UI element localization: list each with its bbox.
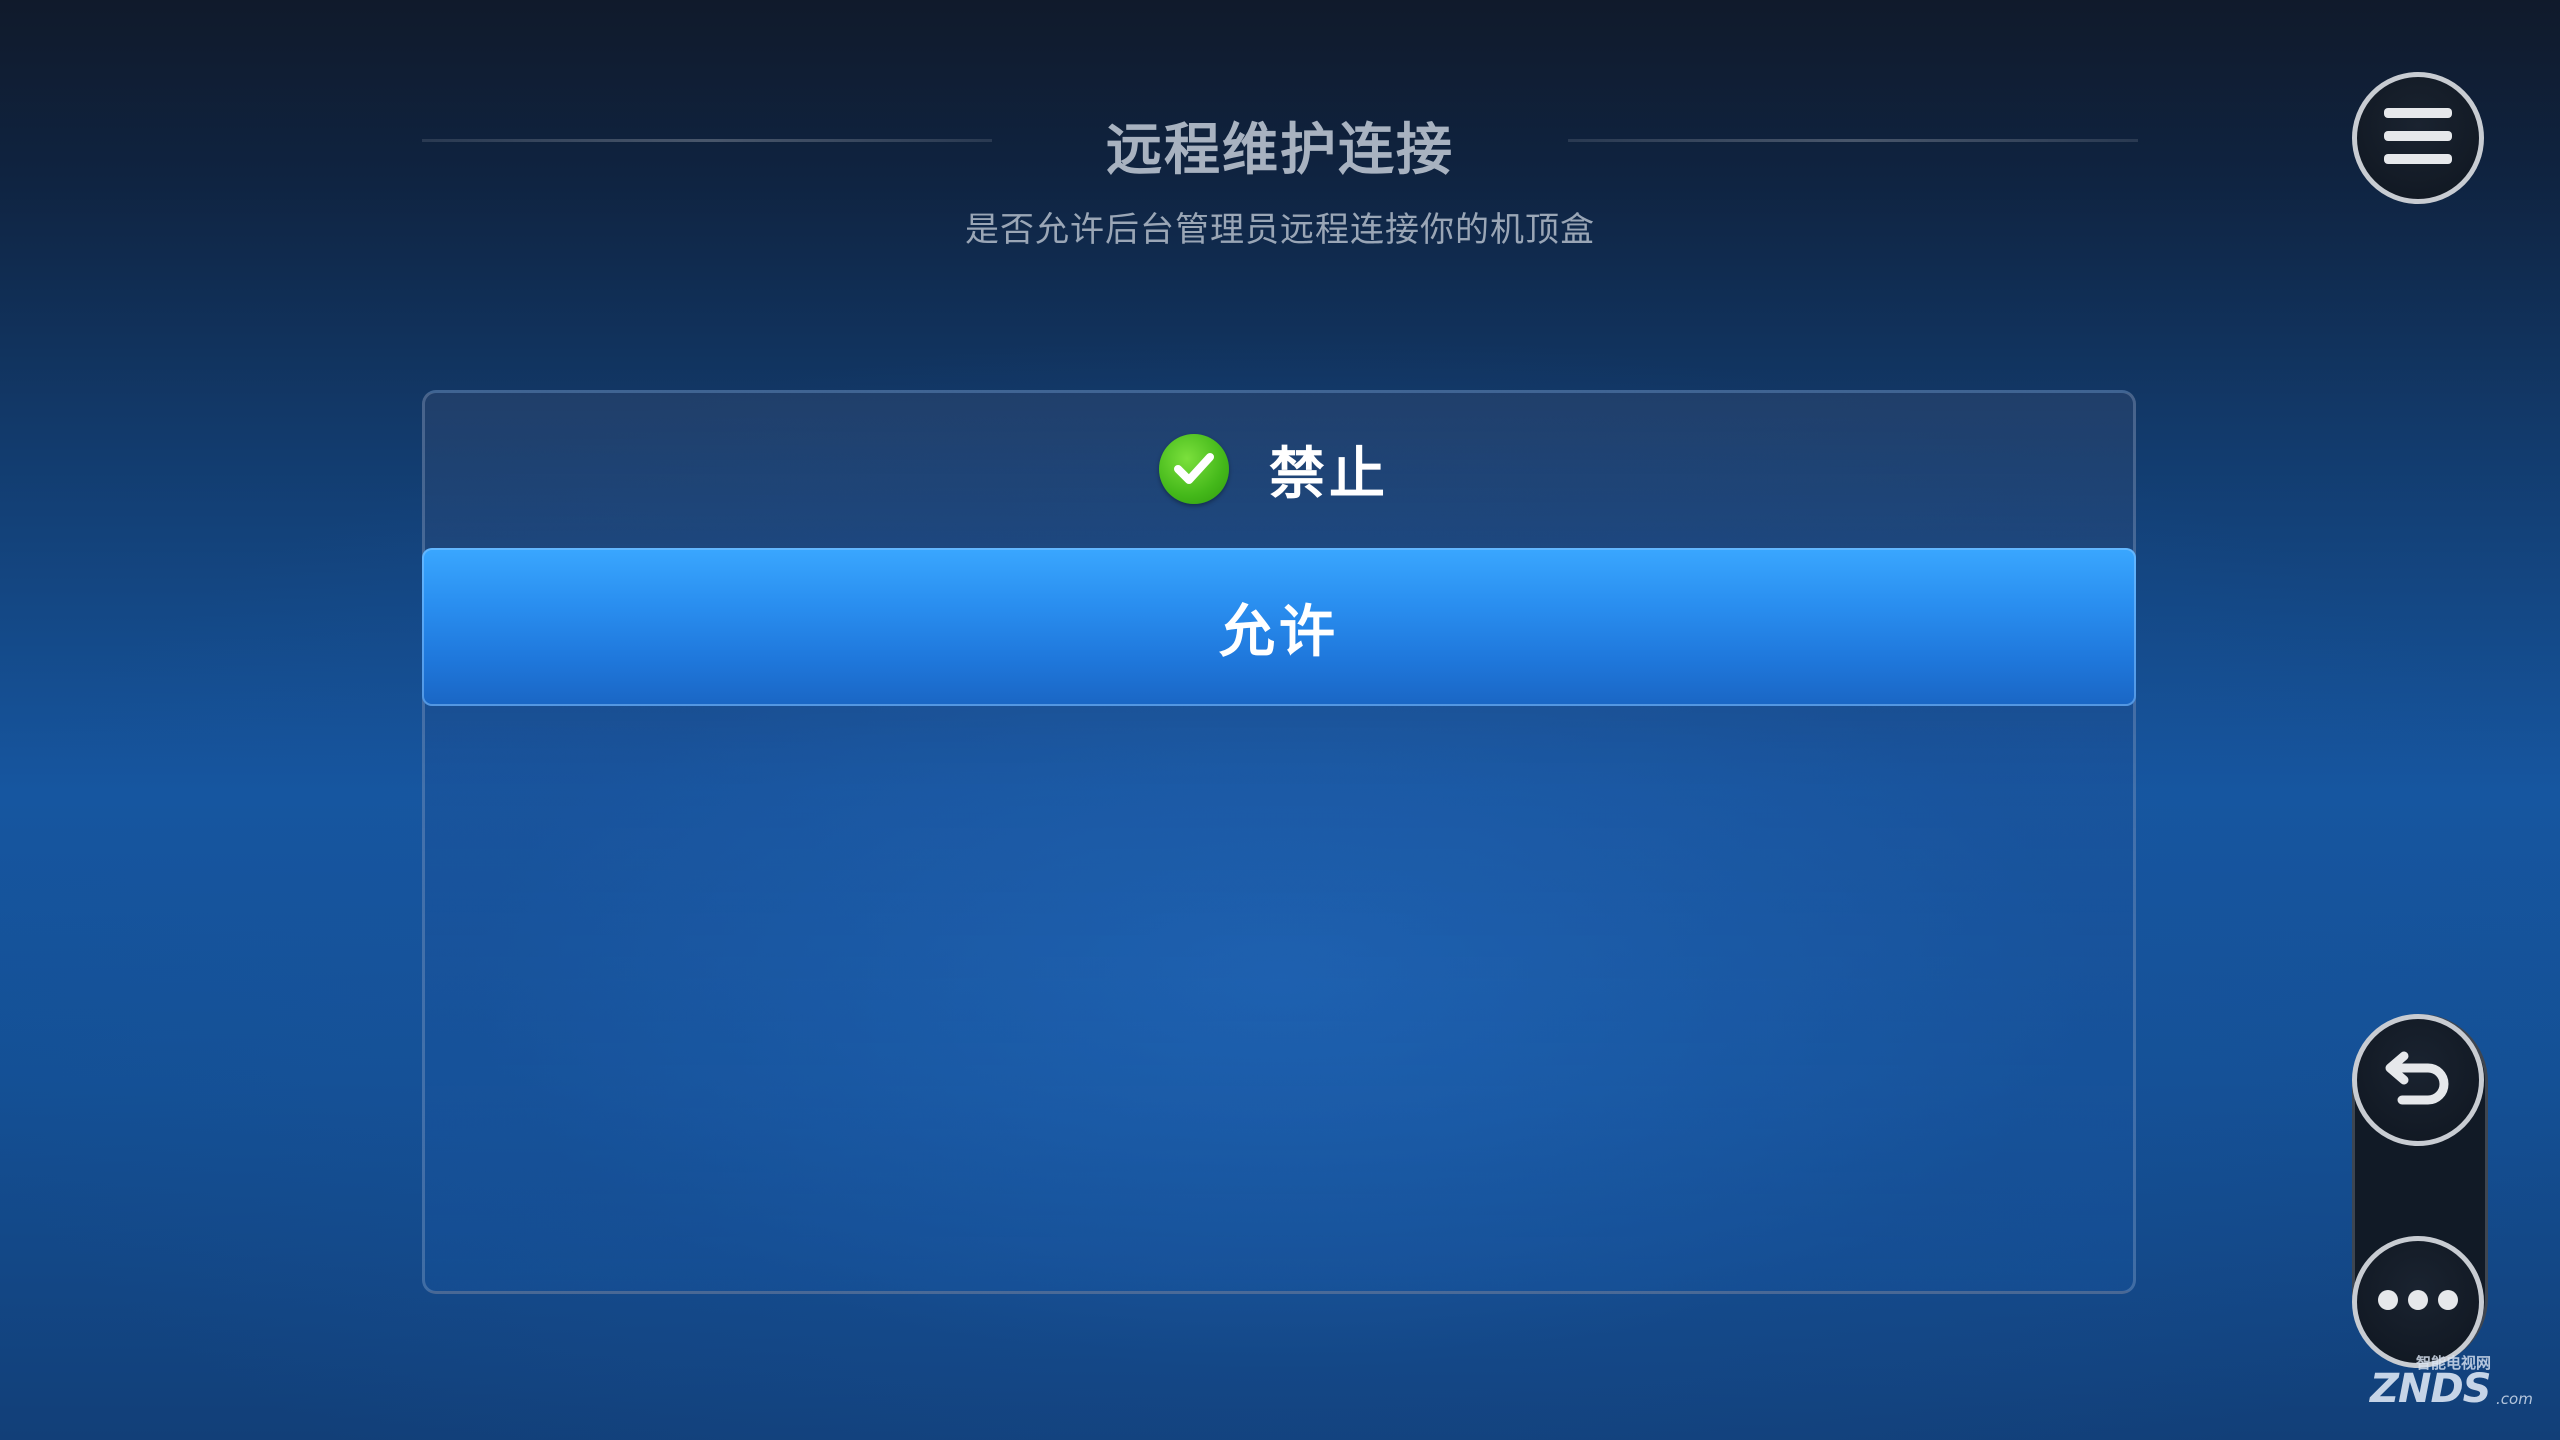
options-panel: 禁止 允许 xyxy=(422,390,2136,1294)
watermark-brand: ZNDS xyxy=(2370,1366,2491,1412)
option-label: 禁止 xyxy=(1269,441,1389,507)
watermark-logo: 智能电视网 ZNDS .com xyxy=(2346,1346,2533,1416)
page-subtitle: 是否允许后台管理员远程连接你的机顶盒 xyxy=(965,210,1595,250)
back-button[interactable] xyxy=(2352,1014,2484,1146)
option-label: 允许 xyxy=(1219,599,1339,665)
menu-button[interactable] xyxy=(2352,72,2484,204)
header-divider-right xyxy=(1568,139,2138,142)
hamburger-menu-icon xyxy=(2382,104,2454,172)
watermark-domain: .com xyxy=(2496,1390,2533,1408)
more-dots-icon xyxy=(2376,1288,2460,1316)
back-arrow-icon xyxy=(2378,1042,2458,1118)
check-circle-icon xyxy=(1159,434,1229,504)
option-disable[interactable]: 禁止 xyxy=(425,393,2133,545)
header-divider-left xyxy=(422,139,992,142)
page-title: 远程维护连接 xyxy=(1106,118,1454,183)
option-allow[interactable]: 允许 xyxy=(422,548,2136,706)
